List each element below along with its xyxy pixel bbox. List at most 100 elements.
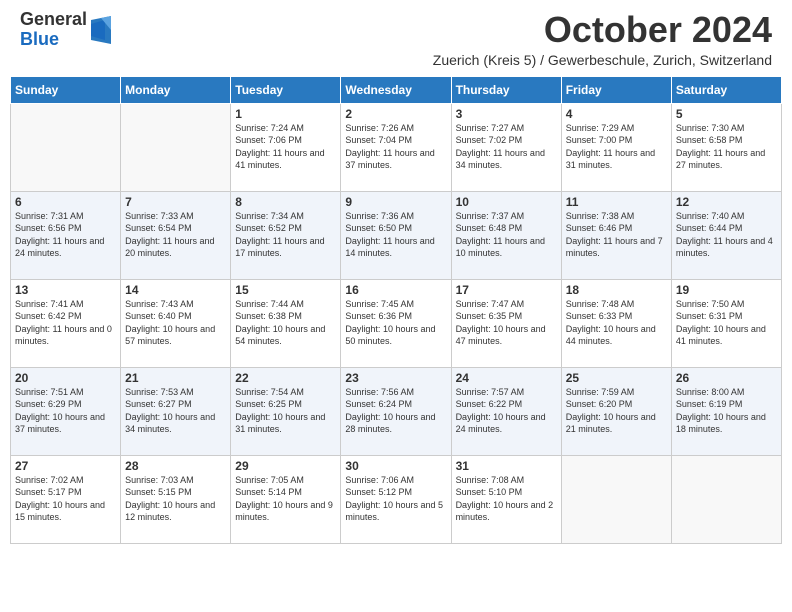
day-info: Sunrise: 7:51 AM Sunset: 6:29 PM Dayligh…: [15, 386, 116, 436]
calendar-header-row: SundayMondayTuesdayWednesdayThursdayFrid…: [11, 76, 782, 103]
day-info: Sunrise: 7:37 AM Sunset: 6:48 PM Dayligh…: [456, 210, 557, 260]
day-number: 5: [676, 107, 777, 121]
day-number: 11: [566, 195, 667, 209]
day-info: Sunrise: 7:33 AM Sunset: 6:54 PM Dayligh…: [125, 210, 226, 260]
calendar-empty-cell: [121, 103, 231, 191]
day-info: Sunrise: 7:36 AM Sunset: 6:50 PM Dayligh…: [345, 210, 446, 260]
day-info: Sunrise: 7:48 AM Sunset: 6:33 PM Dayligh…: [566, 298, 667, 348]
title-section: October 2024 Zuerich (Kreis 5) / Gewerbe…: [433, 10, 772, 68]
day-number: 3: [456, 107, 557, 121]
day-info: Sunrise: 7:06 AM Sunset: 5:12 PM Dayligh…: [345, 474, 446, 524]
day-number: 8: [235, 195, 336, 209]
calendar-day-cell: 27Sunrise: 7:02 AM Sunset: 5:17 PM Dayli…: [11, 455, 121, 543]
calendar-week-row: 13Sunrise: 7:41 AM Sunset: 6:42 PM Dayli…: [11, 279, 782, 367]
day-number: 19: [676, 283, 777, 297]
day-number: 16: [345, 283, 446, 297]
day-number: 30: [345, 459, 446, 473]
day-number: 14: [125, 283, 226, 297]
day-number: 23: [345, 371, 446, 385]
day-number: 21: [125, 371, 226, 385]
day-info: Sunrise: 7:43 AM Sunset: 6:40 PM Dayligh…: [125, 298, 226, 348]
calendar-day-cell: 14Sunrise: 7:43 AM Sunset: 6:40 PM Dayli…: [121, 279, 231, 367]
calendar-day-cell: 28Sunrise: 7:03 AM Sunset: 5:15 PM Dayli…: [121, 455, 231, 543]
day-number: 4: [566, 107, 667, 121]
calendar-day-cell: 21Sunrise: 7:53 AM Sunset: 6:27 PM Dayli…: [121, 367, 231, 455]
calendar-day-cell: 5Sunrise: 7:30 AM Sunset: 6:58 PM Daylig…: [671, 103, 781, 191]
calendar-day-cell: 7Sunrise: 7:33 AM Sunset: 6:54 PM Daylig…: [121, 191, 231, 279]
day-info: Sunrise: 7:27 AM Sunset: 7:02 PM Dayligh…: [456, 122, 557, 172]
day-info: Sunrise: 7:26 AM Sunset: 7:04 PM Dayligh…: [345, 122, 446, 172]
day-number: 17: [456, 283, 557, 297]
calendar-day-cell: 26Sunrise: 8:00 AM Sunset: 6:19 PM Dayli…: [671, 367, 781, 455]
day-number: 31: [456, 459, 557, 473]
day-number: 24: [456, 371, 557, 385]
calendar-empty-cell: [671, 455, 781, 543]
day-number: 10: [456, 195, 557, 209]
day-number: 27: [15, 459, 116, 473]
calendar-day-cell: 29Sunrise: 7:05 AM Sunset: 5:14 PM Dayli…: [231, 455, 341, 543]
calendar-day-cell: 11Sunrise: 7:38 AM Sunset: 6:46 PM Dayli…: [561, 191, 671, 279]
calendar-day-cell: 15Sunrise: 7:44 AM Sunset: 6:38 PM Dayli…: [231, 279, 341, 367]
day-of-week-header: Monday: [121, 76, 231, 103]
logo-general-text: General: [20, 10, 87, 30]
day-info: Sunrise: 7:30 AM Sunset: 6:58 PM Dayligh…: [676, 122, 777, 172]
day-number: 15: [235, 283, 336, 297]
calendar-empty-cell: [561, 455, 671, 543]
day-number: 2: [345, 107, 446, 121]
day-of-week-header: Saturday: [671, 76, 781, 103]
logo-icon: [91, 16, 111, 44]
day-of-week-header: Thursday: [451, 76, 561, 103]
day-of-week-header: Tuesday: [231, 76, 341, 103]
calendar-day-cell: 3Sunrise: 7:27 AM Sunset: 7:02 PM Daylig…: [451, 103, 561, 191]
day-number: 20: [15, 371, 116, 385]
day-info: Sunrise: 7:54 AM Sunset: 6:25 PM Dayligh…: [235, 386, 336, 436]
calendar-day-cell: 8Sunrise: 7:34 AM Sunset: 6:52 PM Daylig…: [231, 191, 341, 279]
calendar-day-cell: 10Sunrise: 7:37 AM Sunset: 6:48 PM Dayli…: [451, 191, 561, 279]
day-info: Sunrise: 7:29 AM Sunset: 7:00 PM Dayligh…: [566, 122, 667, 172]
calendar-day-cell: 16Sunrise: 7:45 AM Sunset: 6:36 PM Dayli…: [341, 279, 451, 367]
day-info: Sunrise: 7:08 AM Sunset: 5:10 PM Dayligh…: [456, 474, 557, 524]
day-of-week-header: Friday: [561, 76, 671, 103]
logo-blue-text: Blue: [20, 30, 87, 50]
day-number: 13: [15, 283, 116, 297]
day-number: 25: [566, 371, 667, 385]
day-number: 9: [345, 195, 446, 209]
day-info: Sunrise: 7:24 AM Sunset: 7:06 PM Dayligh…: [235, 122, 336, 172]
day-info: Sunrise: 7:59 AM Sunset: 6:20 PM Dayligh…: [566, 386, 667, 436]
day-info: Sunrise: 7:44 AM Sunset: 6:38 PM Dayligh…: [235, 298, 336, 348]
day-number: 28: [125, 459, 226, 473]
day-info: Sunrise: 7:41 AM Sunset: 6:42 PM Dayligh…: [15, 298, 116, 348]
day-info: Sunrise: 7:50 AM Sunset: 6:31 PM Dayligh…: [676, 298, 777, 348]
calendar-day-cell: 17Sunrise: 7:47 AM Sunset: 6:35 PM Dayli…: [451, 279, 561, 367]
calendar-day-cell: 20Sunrise: 7:51 AM Sunset: 6:29 PM Dayli…: [11, 367, 121, 455]
calendar-day-cell: 30Sunrise: 7:06 AM Sunset: 5:12 PM Dayli…: [341, 455, 451, 543]
day-of-week-header: Sunday: [11, 76, 121, 103]
day-info: Sunrise: 7:05 AM Sunset: 5:14 PM Dayligh…: [235, 474, 336, 524]
calendar-empty-cell: [11, 103, 121, 191]
calendar-day-cell: 9Sunrise: 7:36 AM Sunset: 6:50 PM Daylig…: [341, 191, 451, 279]
calendar-day-cell: 25Sunrise: 7:59 AM Sunset: 6:20 PM Dayli…: [561, 367, 671, 455]
month-title: October 2024: [433, 10, 772, 50]
location-title: Zuerich (Kreis 5) / Gewerbeschule, Zuric…: [433, 52, 772, 68]
day-of-week-header: Wednesday: [341, 76, 451, 103]
calendar-table: SundayMondayTuesdayWednesdayThursdayFrid…: [10, 76, 782, 544]
calendar-day-cell: 6Sunrise: 7:31 AM Sunset: 6:56 PM Daylig…: [11, 191, 121, 279]
day-info: Sunrise: 7:03 AM Sunset: 5:15 PM Dayligh…: [125, 474, 226, 524]
logo: General Blue: [20, 10, 111, 50]
calendar-day-cell: 19Sunrise: 7:50 AM Sunset: 6:31 PM Dayli…: [671, 279, 781, 367]
day-info: Sunrise: 7:53 AM Sunset: 6:27 PM Dayligh…: [125, 386, 226, 436]
calendar-week-row: 27Sunrise: 7:02 AM Sunset: 5:17 PM Dayli…: [11, 455, 782, 543]
day-info: Sunrise: 7:45 AM Sunset: 6:36 PM Dayligh…: [345, 298, 446, 348]
day-number: 12: [676, 195, 777, 209]
calendar-week-row: 6Sunrise: 7:31 AM Sunset: 6:56 PM Daylig…: [11, 191, 782, 279]
day-info: Sunrise: 8:00 AM Sunset: 6:19 PM Dayligh…: [676, 386, 777, 436]
day-info: Sunrise: 7:02 AM Sunset: 5:17 PM Dayligh…: [15, 474, 116, 524]
calendar-day-cell: 31Sunrise: 7:08 AM Sunset: 5:10 PM Dayli…: [451, 455, 561, 543]
calendar-day-cell: 13Sunrise: 7:41 AM Sunset: 6:42 PM Dayli…: [11, 279, 121, 367]
day-info: Sunrise: 7:47 AM Sunset: 6:35 PM Dayligh…: [456, 298, 557, 348]
calendar-day-cell: 24Sunrise: 7:57 AM Sunset: 6:22 PM Dayli…: [451, 367, 561, 455]
calendar-day-cell: 18Sunrise: 7:48 AM Sunset: 6:33 PM Dayli…: [561, 279, 671, 367]
day-number: 7: [125, 195, 226, 209]
day-info: Sunrise: 7:40 AM Sunset: 6:44 PM Dayligh…: [676, 210, 777, 260]
calendar-day-cell: 4Sunrise: 7:29 AM Sunset: 7:00 PM Daylig…: [561, 103, 671, 191]
